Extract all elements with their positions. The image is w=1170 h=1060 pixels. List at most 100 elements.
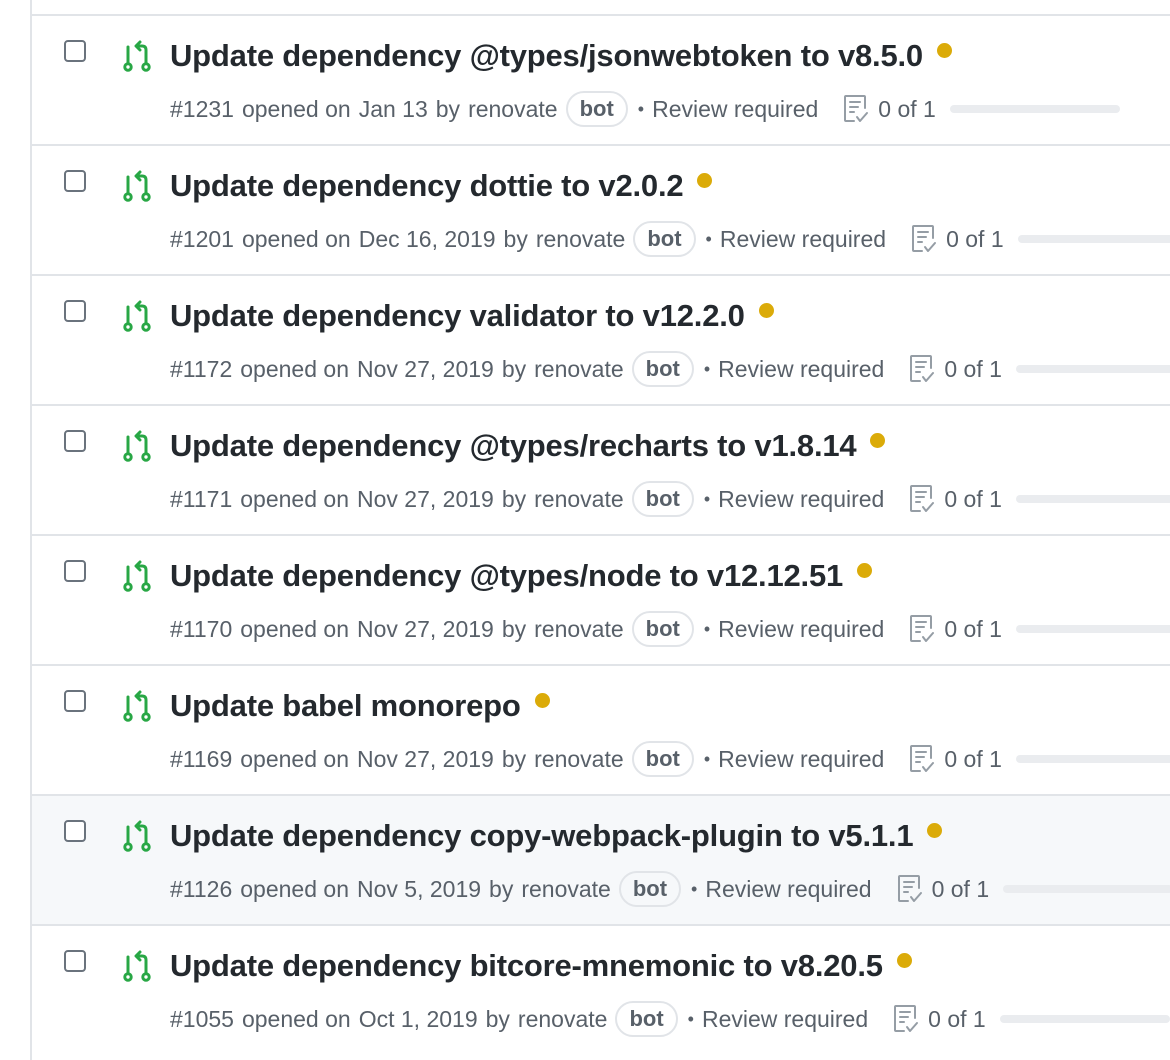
pr-row: Update dependency @types/node to v12.12.… [32,536,1170,666]
pr-number: #1126 [170,875,233,902]
pr-title-link[interactable]: Update dependency validator to v12.2.0 [170,298,745,333]
review-status-link[interactable]: Review required [702,1006,868,1033]
pr-row: Update dependency validator to v12.2.0 #… [32,276,1170,406]
bot-label: bot [631,481,694,517]
opened-date: Nov 27, 2019 [357,745,494,772]
task-count: 0 of 1 [928,1005,986,1032]
pr-row: Update dependency @types/recharts to v1.… [32,406,1170,536]
opened-text: opened on [240,485,349,512]
pr-title-link[interactable]: Update dependency dottie to v2.0.2 [170,168,684,203]
by-text: by [435,95,461,122]
task-count: 0 of 1 [946,225,1004,252]
pr-number: #1201 [170,225,234,252]
pending-status-dot[interactable] [896,953,912,968]
pending-status-dot[interactable] [758,303,774,318]
opened-text: opened on [241,95,351,122]
pr-title-link[interactable]: Update dependency @types/recharts to v1.… [170,428,857,463]
author-link[interactable]: renovate [468,96,558,123]
bot-label: bot [565,91,628,127]
task-progress-bar [1015,495,1170,503]
task-progress-bar [1015,755,1170,763]
opened-date: Dec 16, 2019 [358,225,496,252]
author-link[interactable]: renovate [536,226,626,253]
pending-status-dot[interactable] [534,693,550,708]
select-checkbox[interactable] [64,170,86,192]
pr-title-link[interactable]: Update dependency bitcore-mnemonic to v8… [170,948,883,983]
separator-bullet: • [705,228,712,249]
opened-text: opened on [240,615,349,642]
task-progress-bar [1015,625,1170,633]
list-top-divider [32,0,1170,16]
review-status-link[interactable]: Review required [705,876,871,903]
select-checkbox[interactable] [64,300,86,322]
pr-title-link[interactable]: Update dependency copy-webpack-plugin to… [170,818,914,853]
opened-date: Nov 5, 2019 [357,875,482,902]
review-status-link[interactable]: Review required [652,96,818,123]
bot-label: bot [615,1001,678,1037]
pr-row: Update dependency bitcore-mnemonic to v8… [32,926,1170,1056]
pending-status-dot[interactable] [870,433,886,448]
pr-row: Update babel monorepo #1169 opened on No… [32,666,1170,796]
pr-row: Update dependency @types/jsonwebtoken to… [32,16,1170,146]
review-status-link[interactable]: Review required [718,356,884,383]
select-checkbox[interactable] [64,820,86,842]
git-pull-request-icon [123,170,151,202]
task-progress: 0 of 1 [908,614,1170,644]
separator-bullet: • [687,1008,694,1029]
opened-date: Oct 1, 2019 [358,1005,478,1032]
pr-title-link[interactable]: Update dependency @types/jsonwebtoken to… [170,38,923,73]
author-link[interactable]: renovate [534,616,624,643]
task-progress: 0 of 1 [908,354,1170,384]
git-pull-request-icon [123,300,151,332]
author-link[interactable]: renovate [534,746,624,773]
separator-bullet: • [703,488,711,509]
review-status-link[interactable]: Review required [718,746,884,773]
bot-label: bot [618,871,682,907]
opened-text: opened on [240,875,349,902]
checklist-icon [897,875,922,902]
opened-text: opened on [241,1005,351,1032]
checklist-icon [844,95,869,122]
review-status-link[interactable]: Review required [718,616,884,643]
pr-row: Update dependency dottie to v2.0.2 #1201… [32,146,1170,276]
bot-label: bot [631,741,694,777]
select-checkbox[interactable] [64,950,86,972]
pr-title-link[interactable]: Update dependency @types/node to v12.12.… [170,558,843,593]
select-checkbox[interactable] [64,560,86,582]
git-pull-request-icon [123,820,151,852]
git-pull-request-icon [123,430,151,462]
select-checkbox[interactable] [64,40,86,62]
author-link[interactable]: renovate [534,486,624,513]
review-status-link[interactable]: Review required [720,226,886,253]
select-checkbox[interactable] [64,690,86,712]
task-count: 0 of 1 [944,615,1002,642]
by-text: by [485,1005,510,1032]
separator-bullet: • [691,878,698,899]
pending-status-dot[interactable] [697,173,713,188]
review-status-link[interactable]: Review required [718,486,884,513]
author-link[interactable]: renovate [518,1006,608,1033]
pr-title-link[interactable]: Update babel monorepo [170,688,521,723]
author-link[interactable]: renovate [534,356,624,383]
pr-number: #1171 [170,485,233,512]
task-progress-bar [1017,235,1170,243]
pending-status-dot[interactable] [936,43,952,58]
by-text: by [501,745,527,772]
git-pull-request-icon [123,40,151,72]
pending-status-dot[interactable] [927,823,943,838]
git-pull-request-icon [123,690,151,722]
pr-row: Update dependency copy-webpack-plugin to… [32,796,1170,926]
checklist-icon [894,1005,919,1032]
task-count: 0 of 1 [931,875,990,902]
author-link[interactable]: renovate [521,876,611,903]
bot-label: bot [631,611,694,647]
pr-number: #1170 [170,615,233,642]
task-count: 0 of 1 [944,745,1002,772]
pending-status-dot[interactable] [857,563,873,578]
bot-label: bot [633,221,696,257]
select-checkbox[interactable] [64,430,86,452]
task-progress: 0 of 1 [908,484,1170,514]
opened-date: Nov 27, 2019 [357,485,494,512]
task-progress-bar [999,1015,1170,1023]
pr-list-page: Update dependency @types/jsonwebtoken to… [0,0,1170,1060]
